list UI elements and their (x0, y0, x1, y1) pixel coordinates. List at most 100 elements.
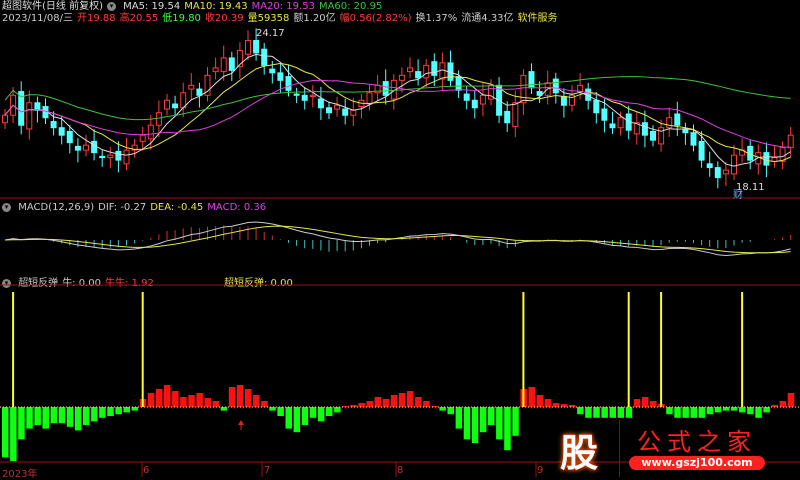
osc-bar (447, 407, 454, 415)
candle-body (50, 120, 57, 129)
candle-body (650, 130, 656, 141)
candle-body (455, 76, 462, 91)
candle-body (34, 102, 41, 111)
candle-body (504, 111, 511, 124)
osc-bar (439, 407, 446, 411)
candle-body (26, 102, 33, 130)
candle-body (326, 107, 332, 114)
osc-bar (236, 385, 244, 407)
axis-label: 6 (143, 465, 150, 476)
osc-bar (358, 403, 365, 407)
osc-bar (18, 407, 25, 440)
osc-bar (552, 403, 560, 407)
candle-body (382, 81, 389, 96)
candle-body (196, 88, 203, 96)
osc-bar (172, 391, 179, 407)
osc-bar (123, 407, 130, 413)
osc-bar (463, 407, 471, 440)
osc-bar (398, 393, 406, 407)
logo-char: 股 (560, 431, 599, 475)
osc-bar (374, 397, 382, 407)
candle-body (253, 39, 260, 54)
osc-bar (779, 401, 787, 407)
candle-body (228, 57, 235, 71)
osc-bar (66, 407, 74, 427)
candle-body (99, 155, 106, 159)
osc-bar (390, 395, 398, 407)
candle-body (731, 154, 737, 175)
osc-bar (212, 401, 220, 407)
osc-bar (407, 391, 414, 407)
osc-bar (504, 407, 511, 451)
osc-bar (455, 407, 463, 429)
osc-bar (220, 407, 228, 411)
osc-bar (528, 387, 535, 407)
candle-body (722, 169, 729, 175)
osc-bar (285, 407, 292, 429)
candle-body (220, 57, 227, 73)
osc-bar (488, 407, 495, 425)
ma5-line (4, 53, 791, 167)
osc-bar (10, 407, 17, 461)
candle-body (666, 117, 673, 129)
osc-bar (99, 407, 106, 418)
finance-marker: 财 (733, 188, 743, 201)
osc-bar (83, 407, 90, 425)
candle-body (479, 94, 486, 105)
osc-bar (674, 407, 681, 418)
candle-body (188, 84, 195, 90)
candle-body (512, 102, 519, 127)
osc-bar (91, 407, 98, 422)
candle-body (617, 117, 624, 129)
logo-name: 公式之家 (637, 428, 757, 456)
candle-body (285, 76, 292, 91)
osc-bar (309, 407, 317, 418)
candle-body (342, 108, 349, 116)
osc-bar (155, 389, 163, 407)
candle-body (690, 132, 697, 146)
osc-bar (731, 407, 738, 411)
osc-bar (666, 407, 673, 415)
candle-body (58, 127, 65, 136)
osc-bar (334, 407, 341, 413)
candle-body (123, 149, 130, 165)
candle-body (706, 163, 713, 169)
osc-bar (496, 407, 503, 440)
osc-bar (601, 407, 608, 418)
candle-body (641, 122, 648, 136)
candle-body (431, 61, 438, 76)
osc-bar (42, 407, 49, 429)
candle-body (439, 62, 446, 80)
osc-bar (617, 407, 625, 418)
candle-body (350, 109, 357, 116)
ma10-line (4, 62, 791, 163)
axis-label: 9 (537, 465, 544, 476)
up-arrow-icon (238, 420, 244, 430)
candle-body (147, 124, 154, 140)
candle-body (164, 99, 170, 110)
osc-bar (50, 407, 58, 424)
osc-bar (2, 407, 9, 458)
candle-body (293, 93, 300, 96)
osc-bar (544, 399, 552, 407)
osc-bar (471, 407, 479, 443)
candle-body (261, 48, 268, 66)
candle-body (560, 96, 567, 106)
osc-bar (763, 407, 770, 413)
candle-body (115, 150, 122, 161)
osc-bar (277, 407, 284, 416)
osc-bar (641, 397, 649, 407)
osc-bar (34, 407, 41, 425)
candle-body (245, 39, 251, 55)
osc-bar (755, 407, 762, 418)
chart-canvas[interactable]: 24.1718.11财 (0, 0, 800, 477)
candle-body (317, 98, 324, 109)
candle-body (763, 152, 770, 166)
osc-bar (131, 407, 139, 411)
candle-body (698, 140, 705, 161)
candle-body (609, 123, 616, 129)
osc-bar (293, 407, 301, 433)
osc-bar (115, 407, 122, 415)
osc-bar (164, 385, 171, 407)
osc-bar (625, 407, 633, 418)
